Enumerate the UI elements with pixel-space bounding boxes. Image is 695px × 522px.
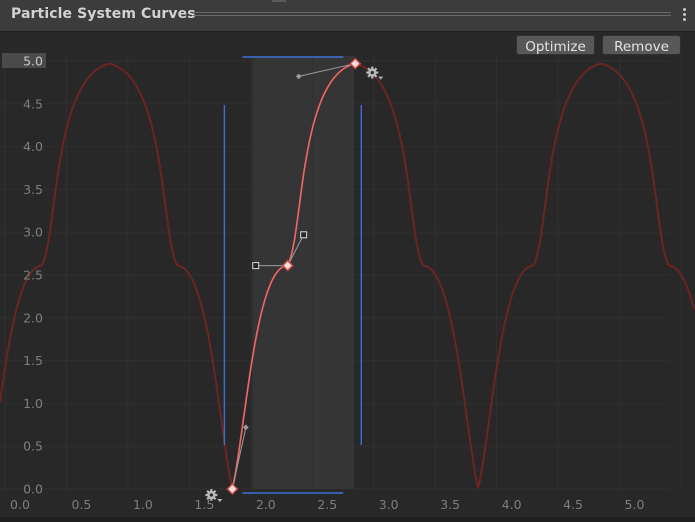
y-tick-label: 3.5 xyxy=(23,182,43,197)
x-tick-label: 3.0 xyxy=(379,497,399,512)
x-tick-label: 3.5 xyxy=(440,497,460,512)
x-axis-labels: 0.0 0.5 1.0 1.5 2.0 2.5 3.0 3.5 4.0 4.5 5.0 xyxy=(10,497,644,512)
y-tick-label: 1.0 xyxy=(23,396,43,411)
x-tick-label: 5.0 xyxy=(625,497,645,512)
y-tick-label: 0.0 xyxy=(23,482,43,497)
tangent-handle[interactable] xyxy=(300,231,308,239)
bottom-edge xyxy=(0,517,695,522)
x-tick-label: 1.5 xyxy=(194,497,214,512)
y-tick-label: 0.5 xyxy=(23,439,43,454)
x-tick-label: 0.5 xyxy=(72,497,92,512)
x-tick-label: 2.5 xyxy=(317,497,337,512)
curve-editor-window: Particle System Curves Optimize Remove 0… xyxy=(0,0,695,522)
tangent-handle[interactable] xyxy=(252,262,260,270)
x-tick-label: 0.0 xyxy=(10,497,30,512)
y-tick-label: 4.0 xyxy=(23,139,43,154)
y-tick-label: 1.5 xyxy=(23,353,43,368)
gear-hole xyxy=(370,70,374,75)
y-tick-label: 4.5 xyxy=(23,96,43,111)
y-max-label: 5.0 xyxy=(23,54,43,69)
x-tick-label: 2.0 xyxy=(256,497,276,512)
x-tick-label: 1.0 xyxy=(133,497,153,512)
y-tick-label: 2.5 xyxy=(23,268,43,283)
tangent-handle[interactable] xyxy=(243,424,249,431)
tangent-line xyxy=(231,427,247,490)
y-tick-label: 2.0 xyxy=(23,310,43,325)
y-tick-label: 3.0 xyxy=(23,225,43,240)
x-tick-label: 4.5 xyxy=(563,497,583,512)
gear-icon[interactable] xyxy=(366,66,384,80)
dropdown-arrow-icon xyxy=(378,76,384,80)
dropdown-arrow-icon xyxy=(217,499,223,502)
keyframe[interactable] xyxy=(226,483,239,495)
x-tick-label: 4.0 xyxy=(502,497,522,512)
selection-band[interactable] xyxy=(252,56,355,489)
curve-plot[interactable]: 0.0 0.5 1.0 1.5 2.0 2.5 3.0 3.5 4.0 4.5 5.0 0.0 0.5… xyxy=(0,0,695,522)
